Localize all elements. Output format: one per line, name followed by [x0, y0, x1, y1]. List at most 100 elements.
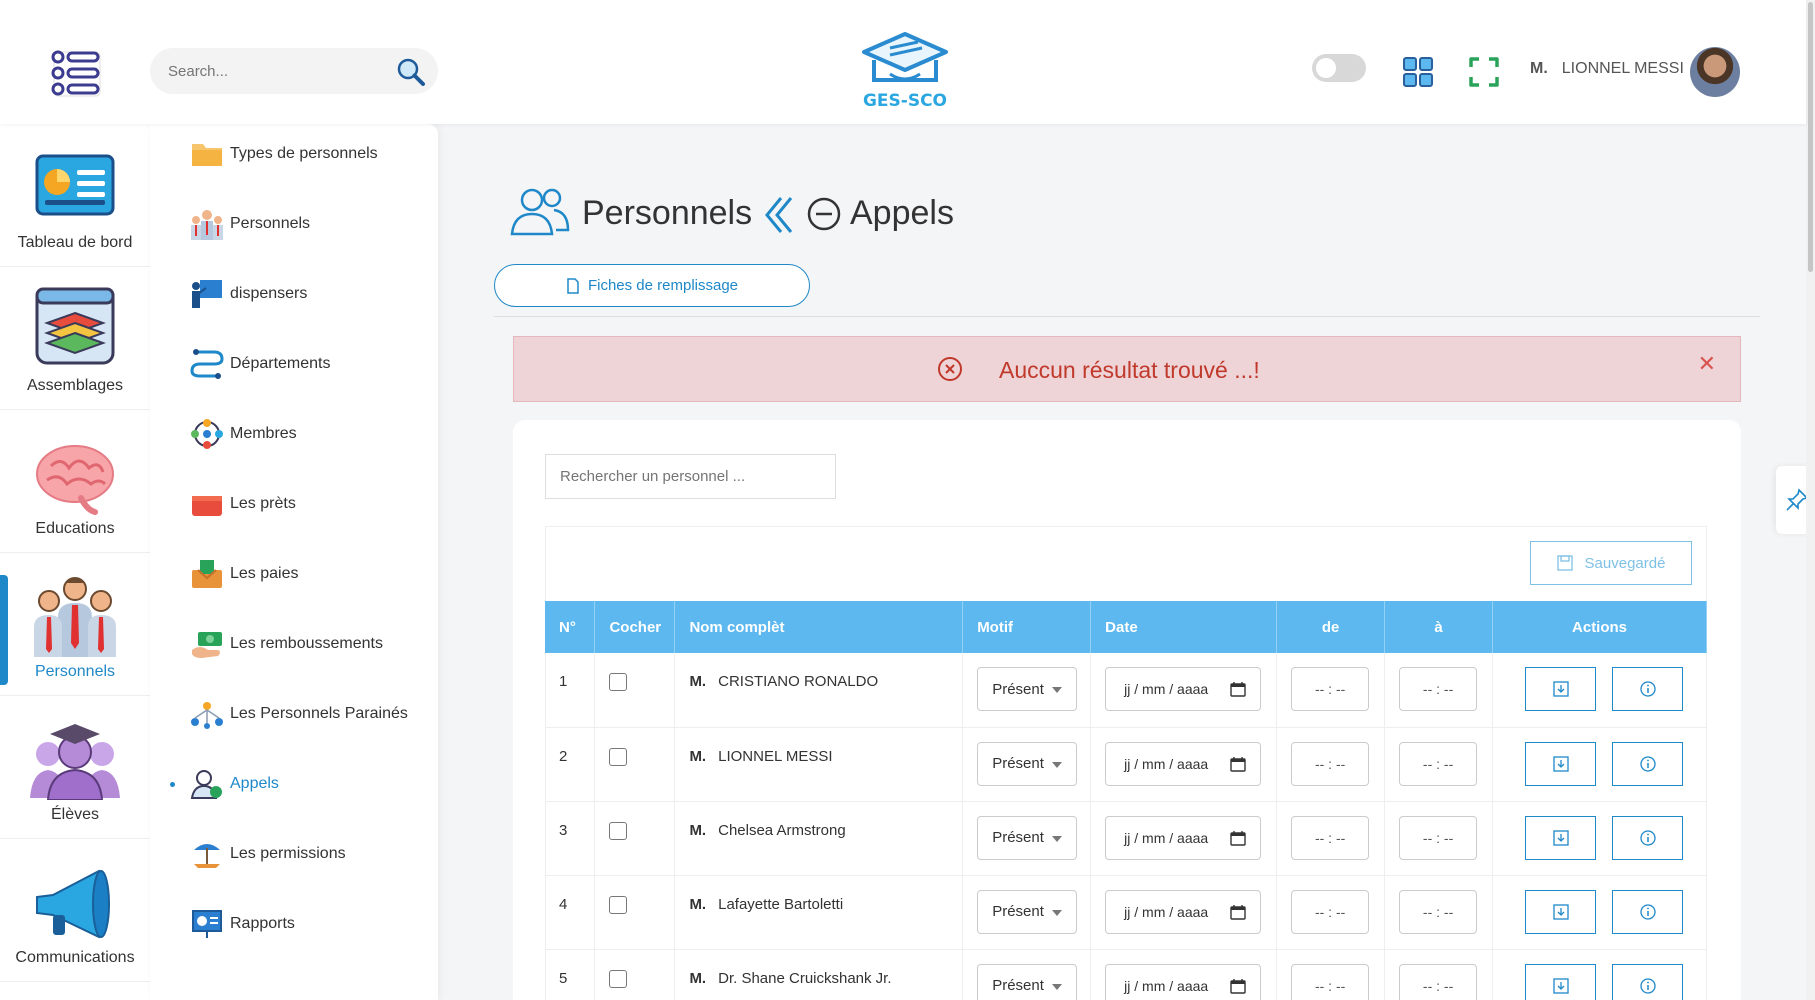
- row-info-button[interactable]: [1612, 815, 1684, 860]
- chevron-left-icon[interactable]: [761, 196, 793, 234]
- date-input[interactable]: jj / mm / aaaa: [1105, 741, 1262, 786]
- time-from-input[interactable]: -- : --: [1291, 741, 1370, 786]
- row-save-button[interactable]: [1525, 667, 1597, 711]
- sidebar-item-eleves[interactable]: Élèves: [0, 696, 150, 839]
- row-name: LIONNEL MESSI: [718, 747, 833, 765]
- table-row: 4 M. Lafayette Bartoletti Présent jj / mm…: [545, 875, 1707, 950]
- row-actions-cell: [1492, 801, 1707, 876]
- motif-value: Présent: [992, 903, 1044, 920]
- row-checkbox[interactable]: [609, 673, 628, 691]
- row-info-button[interactable]: [1612, 741, 1684, 786]
- time-placeholder: -- : --: [1422, 977, 1454, 994]
- global-search: [150, 48, 438, 94]
- sidebar-item-communications[interactable]: Communications: [0, 839, 150, 982]
- submenu-item-paies[interactable]: Les paies: [190, 554, 430, 594]
- row-number: 3: [545, 801, 596, 876]
- submenu-item-permissions[interactable]: Les permissions: [190, 834, 430, 874]
- date-input[interactable]: jj / mm / aaaa: [1105, 667, 1262, 711]
- row-info-button[interactable]: [1612, 963, 1684, 1000]
- calendar-icon[interactable]: [1230, 830, 1246, 846]
- theme-toggle[interactable]: [1312, 54, 1366, 82]
- sidebar-item-educations[interactable]: Educations: [0, 410, 150, 553]
- motif-value: Présent: [992, 829, 1044, 846]
- motif-select[interactable]: Présent: [977, 667, 1078, 711]
- row-checkbox-cell: [594, 727, 676, 802]
- submenu-item-dispensers[interactable]: dispensers: [190, 274, 430, 314]
- no-result-alert: Auccun résultat trouvé ...! ✕: [513, 336, 1741, 402]
- time-from-input[interactable]: -- : --: [1291, 667, 1370, 711]
- sidebar-item-dashboard[interactable]: Tableau de bord: [0, 124, 150, 267]
- info-icon: [1639, 681, 1656, 697]
- info-icon: [1639, 755, 1656, 772]
- submenu-item-departements[interactable]: Départements: [190, 344, 430, 384]
- calendar-icon[interactable]: [1230, 904, 1246, 920]
- date-input[interactable]: jj / mm / aaaa: [1105, 963, 1262, 1000]
- row-info-button[interactable]: [1612, 667, 1684, 711]
- motif-select[interactable]: Présent: [977, 815, 1078, 860]
- people-icon: [191, 210, 223, 240]
- fiches-remplissage-button[interactable]: Fiches de remplissage: [494, 264, 810, 307]
- save-icon: [1552, 755, 1569, 772]
- row-checkbox[interactable]: [609, 969, 628, 988]
- submenu-item-parraines[interactable]: Les Personnels Parainés: [190, 694, 430, 734]
- col-header-nom: Nom complèt: [674, 601, 964, 653]
- row-checkbox-cell: [594, 949, 676, 1000]
- time-from-input[interactable]: -- : --: [1291, 889, 1370, 934]
- row-checkbox[interactable]: [609, 747, 628, 766]
- row-save-button[interactable]: [1525, 741, 1597, 786]
- sponsor-icon: [191, 702, 223, 729]
- row-checkbox-cell: [594, 875, 676, 950]
- date-input[interactable]: jj / mm / aaaa: [1105, 889, 1262, 934]
- submenu-item-rapports[interactable]: Rapports: [190, 904, 430, 944]
- submenu-item-types-personnels[interactable]: Types de personnels: [190, 134, 430, 174]
- save-button[interactable]: Sauvegardé: [1530, 541, 1692, 585]
- motif-select[interactable]: Présent: [977, 741, 1078, 786]
- calendar-icon[interactable]: [1230, 681, 1246, 697]
- sidebar-item-assemblages[interactable]: Assemblages: [0, 267, 150, 410]
- row-motif-cell: Présent: [962, 801, 1092, 876]
- row-checkbox[interactable]: [609, 821, 628, 840]
- time-placeholder: -- : --: [1314, 903, 1346, 920]
- search-icon[interactable]: [396, 57, 426, 87]
- motif-select[interactable]: Présent: [977, 963, 1078, 1000]
- sidebar-item-personnels[interactable]: Personnels: [0, 553, 150, 696]
- close-icon[interactable]: ✕: [1698, 351, 1716, 377]
- fullscreen-icon[interactable]: [1469, 57, 1499, 87]
- submenu-item-membres[interactable]: Membres: [190, 414, 430, 454]
- submenu-item-appels[interactable]: Appels: [170, 764, 430, 804]
- time-to-input[interactable]: -- : --: [1399, 667, 1478, 711]
- submenu-item-remboussements[interactable]: Les remboussements: [190, 624, 430, 664]
- avatar[interactable]: [1690, 47, 1740, 97]
- row-save-button[interactable]: [1525, 963, 1597, 1000]
- time-to-input[interactable]: -- : --: [1399, 963, 1478, 1000]
- motif-select[interactable]: Présent: [977, 889, 1078, 934]
- submenu-item-personnels[interactable]: Personnels: [190, 204, 430, 244]
- submenu-item-prets[interactable]: Les prèts: [190, 484, 430, 524]
- personnel-search-input[interactable]: [545, 454, 836, 499]
- time-to-input[interactable]: -- : --: [1399, 815, 1478, 860]
- time-placeholder: -- : --: [1422, 681, 1454, 697]
- time-to-input[interactable]: -- : --: [1399, 889, 1478, 934]
- row-civility: M.: [689, 821, 707, 839]
- calendar-icon[interactable]: [1230, 978, 1246, 994]
- time-from-input[interactable]: -- : --: [1291, 815, 1370, 860]
- page-scrollbar[interactable]: [1806, 0, 1815, 1000]
- calendar-icon[interactable]: [1230, 756, 1246, 772]
- time-to-input[interactable]: -- : --: [1399, 741, 1478, 786]
- row-name-cell: M. LIONNEL MESSI: [674, 727, 964, 802]
- col-header-num: N°: [545, 601, 596, 653]
- date-input[interactable]: jj / mm / aaaa: [1105, 815, 1262, 860]
- row-save-button[interactable]: [1525, 815, 1597, 860]
- user-fullname: LIONNEL MESSI: [1561, 60, 1684, 77]
- search-input[interactable]: [168, 48, 388, 94]
- menu-list-icon[interactable]: [50, 48, 102, 98]
- row-checkbox[interactable]: [609, 895, 628, 914]
- col-header-cocher: Cocher: [594, 601, 676, 653]
- time-from-input[interactable]: -- : --: [1291, 963, 1370, 1000]
- main-sidebar: Tableau de bord Assemblages Educations P…: [0, 124, 150, 1000]
- apps-grid-icon[interactable]: [1403, 57, 1433, 87]
- ges-sco-logo[interactable]: GES-SCO: [860, 30, 950, 112]
- user-name[interactable]: M. LIONNEL MESSI: [1530, 60, 1684, 78]
- row-info-button[interactable]: [1612, 889, 1684, 934]
- row-save-button[interactable]: [1525, 889, 1597, 934]
